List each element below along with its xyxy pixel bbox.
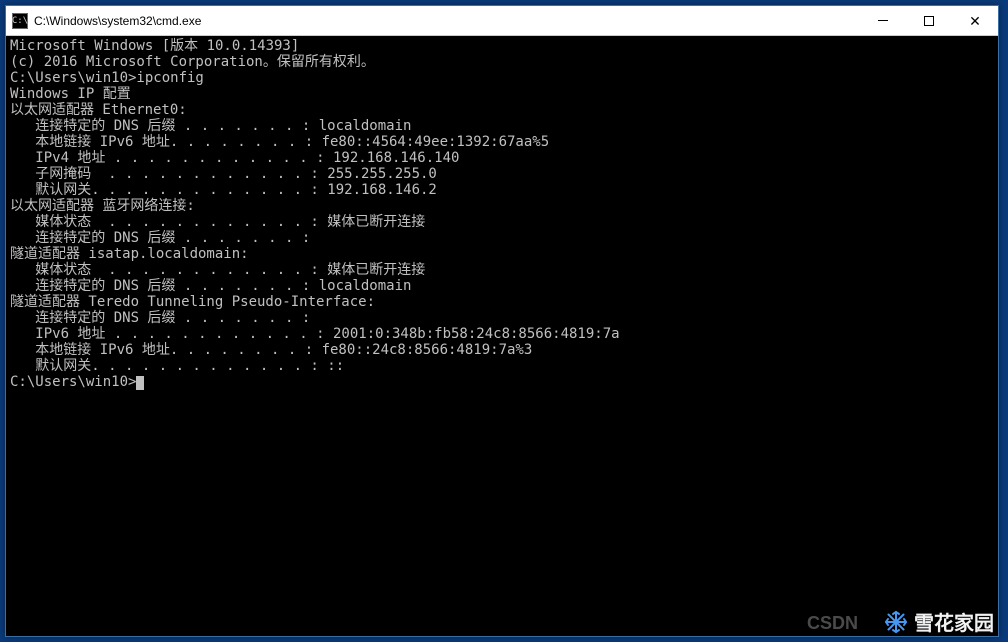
cmd-window: C:\ C:\Windows\system32\cmd.exe ✕ Micros… — [5, 5, 999, 637]
terminal-line: 隧道适配器 isatap.localdomain: — [10, 246, 994, 262]
snowflake-icon — [884, 610, 908, 634]
terminal-line: IPv4 地址 . . . . . . . . . . . . : 192.16… — [10, 150, 994, 166]
close-button[interactable]: ✕ — [952, 6, 998, 35]
terminal-line: IPv6 地址 . . . . . . . . . . . . : 2001:0… — [10, 326, 994, 342]
terminal-line: 连接特定的 DNS 后缀 . . . . . . . : — [10, 230, 994, 246]
cmd-icon-label: C:\ — [12, 16, 28, 26]
titlebar[interactable]: C:\ C:\Windows\system32\cmd.exe ✕ — [6, 6, 998, 36]
terminal-line: C:\Users\win10> — [10, 374, 994, 390]
terminal-area[interactable]: Microsoft Windows [版本 10.0.14393](c) 201… — [6, 36, 998, 636]
terminal-line: Windows IP 配置 — [10, 86, 994, 102]
window-title: C:\Windows\system32\cmd.exe — [34, 14, 201, 28]
terminal-line: 子网掩码 . . . . . . . . . . . . : 255.255.2… — [10, 166, 994, 182]
maximize-icon — [924, 16, 934, 26]
terminal-line: 媒体状态 . . . . . . . . . . . . : 媒体已断开连接 — [10, 262, 994, 278]
watermark-csdn: CSDN — [807, 613, 858, 634]
terminal-line: (c) 2016 Microsoft Corporation。保留所有权利。 — [10, 54, 994, 70]
terminal-line: 以太网适配器 Ethernet0: — [10, 102, 994, 118]
terminal-line: 默认网关. . . . . . . . . . . . . : 192.168.… — [10, 182, 994, 198]
terminal-line: 连接特定的 DNS 后缀 . . . . . . . : — [10, 310, 994, 326]
close-icon: ✕ — [969, 14, 981, 28]
terminal-line: 以太网适配器 蓝牙网络连接: — [10, 198, 994, 214]
terminal-line: Microsoft Windows [版本 10.0.14393] — [10, 38, 994, 54]
watermark-brand: 雪花家园 — [884, 607, 994, 636]
minimize-icon — [878, 20, 888, 21]
terminal-line: C:\Users\win10>ipconfig — [10, 70, 994, 86]
terminal-line: 默认网关. . . . . . . . . . . . . : :: — [10, 358, 994, 374]
terminal-line: 连接特定的 DNS 后缀 . . . . . . . : localdomain — [10, 118, 994, 134]
cmd-icon: C:\ — [12, 13, 28, 29]
terminal-line: 隧道适配器 Teredo Tunneling Pseudo-Interface: — [10, 294, 994, 310]
cursor — [136, 376, 144, 390]
terminal-line: 本地链接 IPv6 地址. . . . . . . . : fe80::4564… — [10, 134, 994, 150]
minimize-button[interactable] — [860, 6, 906, 35]
terminal-line: 本地链接 IPv6 地址. . . . . . . . : fe80::24c8… — [10, 342, 994, 358]
maximize-button[interactable] — [906, 6, 952, 35]
terminal-line: 媒体状态 . . . . . . . . . . . . : 媒体已断开连接 — [10, 214, 994, 230]
terminal-line: 连接特定的 DNS 后缀 . . . . . . . : localdomain — [10, 278, 994, 294]
titlebar-buttons: ✕ — [860, 6, 998, 35]
watermark-brand-text: 雪花家园 — [914, 607, 994, 636]
